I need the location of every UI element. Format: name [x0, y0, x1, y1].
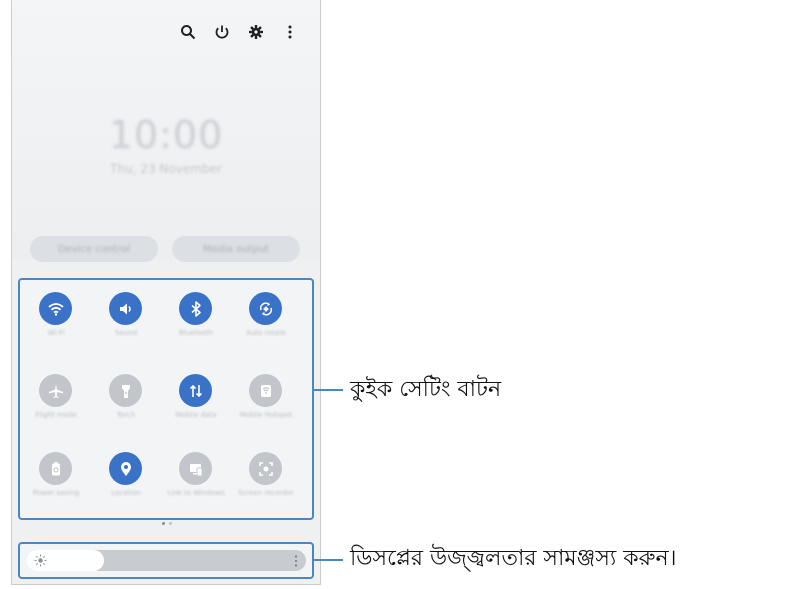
mobile-hotspot-icon: [249, 374, 282, 407]
sun-icon: [34, 554, 47, 567]
tile-torch[interactable]: Torch: [96, 366, 156, 436]
tile-label: Sound: [114, 329, 138, 337]
brightness-options-icon[interactable]: [294, 555, 298, 567]
page-dot: [169, 522, 172, 525]
tile-label: Mobile data: [175, 411, 217, 419]
more-vertical-icon[interactable]: [280, 22, 300, 42]
tile-location[interactable]: Location: [96, 444, 156, 514]
link-to-windows-icon: [179, 452, 212, 485]
screen-recorder-icon: [249, 452, 282, 485]
tile-label: Mobile Hotspot: [239, 411, 293, 419]
device-control-button[interactable]: Device control: [30, 236, 158, 262]
bluetooth-icon: [179, 292, 212, 325]
brightness-slider[interactable]: [26, 550, 306, 571]
search-icon[interactable]: [178, 22, 198, 42]
gear-icon[interactable]: [246, 22, 266, 42]
brightness-control: [18, 542, 314, 579]
mobile-data-icon: [179, 374, 212, 407]
tile-label: Wi-Fi: [47, 329, 65, 337]
tile-auto-rotate[interactable]: Auto rotate: [236, 284, 296, 354]
media-output-label: Media output: [202, 243, 270, 255]
clock: 10:00: [108, 113, 224, 157]
flashlight-icon: [109, 374, 142, 407]
tile-link-to-windows[interactable]: Link to Windows: [166, 444, 226, 514]
airplane-icon: [39, 374, 72, 407]
date: Thu, 23 November: [110, 162, 222, 176]
quick-panel: 10:00 Thu, 23 November Device control Me…: [11, 0, 321, 585]
media-output-button[interactable]: Media output: [172, 236, 300, 262]
callout-line-brightness: [313, 559, 343, 561]
quick-panel-toolbar: [178, 22, 300, 42]
tile-screen-recorder[interactable]: Screen recorder: [236, 444, 296, 514]
tile-bluetooth[interactable]: Bluetooth: [166, 284, 226, 354]
tile-label: Location: [111, 489, 141, 497]
power-saving-icon: [39, 452, 72, 485]
tile-label: Torch: [116, 411, 136, 419]
device-control-label: Device control: [57, 243, 131, 255]
tile-label: Link to Windows: [167, 489, 225, 497]
tile-mobile-data[interactable]: Mobile data: [166, 366, 226, 436]
page-dot-active: [162, 522, 165, 525]
tile-label: Flight mode: [35, 411, 77, 419]
tile-label: Screen recorder: [238, 489, 294, 497]
tile-sound[interactable]: Sound: [96, 284, 156, 354]
callout-brightness: ডিসপ্লের উজ্জ্বলতার সামঞ্জস্য করুন।: [350, 546, 677, 571]
location-icon: [109, 452, 142, 485]
tile-power-saving[interactable]: Power saving: [26, 444, 86, 514]
tile-label: Auto rotate: [246, 329, 286, 337]
quick-settings-grid: Wi-Fi Sound Bluetooth Auto rotate Flight…: [18, 278, 314, 520]
sound-icon: [109, 292, 142, 325]
tile-wifi[interactable]: Wi-Fi: [26, 284, 86, 354]
auto-rotate-icon: [249, 292, 282, 325]
power-icon[interactable]: [212, 22, 232, 42]
tile-flight-mode[interactable]: Flight mode: [26, 366, 86, 436]
tile-label: Bluetooth: [179, 329, 213, 337]
callout-quick-settings: কুইক সেটিং বাটন: [350, 377, 502, 402]
callout-line-quick-settings: [313, 389, 343, 391]
wifi-icon: [39, 292, 72, 325]
page-indicator: [162, 522, 172, 525]
tile-mobile-hotspot[interactable]: Mobile Hotspot: [236, 366, 296, 436]
tile-label: Power saving: [32, 489, 80, 497]
